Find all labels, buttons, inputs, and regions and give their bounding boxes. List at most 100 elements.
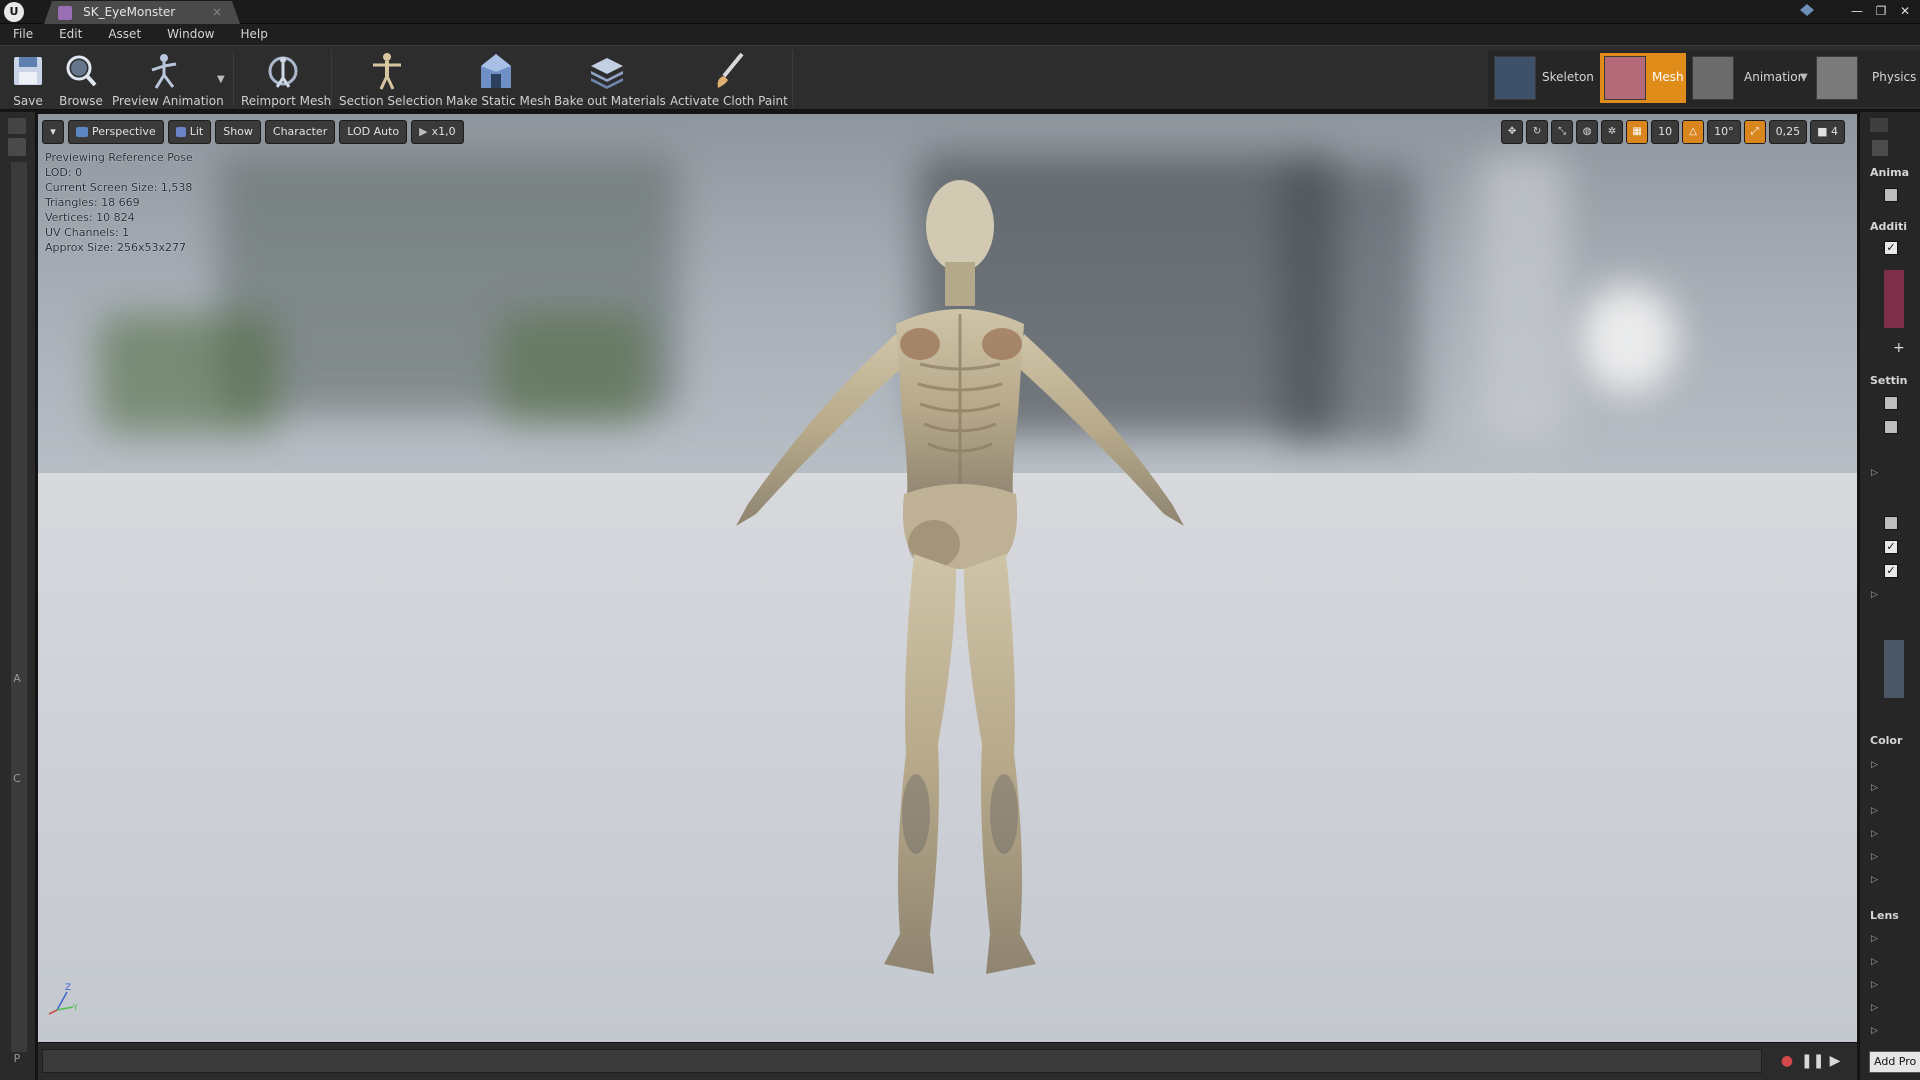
mode-skeleton-button[interactable]: Skeleton bbox=[1490, 53, 1596, 103]
mode-mesh-button[interactable]: Mesh bbox=[1600, 53, 1686, 103]
notification-icon[interactable] bbox=[1800, 4, 1814, 16]
menu-help[interactable]: Help bbox=[233, 24, 274, 45]
preview-animation-icon bbox=[146, 52, 182, 90]
reimport-mesh-button[interactable]: Reimport Mesh bbox=[241, 50, 331, 108]
rotation-snap-value[interactable]: 10° bbox=[1707, 120, 1741, 144]
expand-arrow-icon[interactable]: ▷ bbox=[1871, 590, 1878, 600]
physics-thumbnail-icon bbox=[1816, 56, 1858, 100]
minimize-button[interactable]: — bbox=[1846, 2, 1868, 20]
scale-icon[interactable]: ⤡ bbox=[1551, 120, 1574, 144]
section-settings-header[interactable]: Settin bbox=[1870, 374, 1920, 387]
expand-arrow-icon[interactable]: ▷ bbox=[1871, 468, 1878, 478]
section-selection-button[interactable]: Section Selection bbox=[339, 50, 443, 108]
expand-arrow-icon[interactable]: ▷ bbox=[1871, 957, 1878, 967]
pause-icon[interactable]: ❚❚ bbox=[1801, 1051, 1824, 1071]
scale-snap-icon[interactable]: ⤢ bbox=[1743, 120, 1766, 144]
panel-menu-icon[interactable] bbox=[8, 118, 26, 134]
toolbar-separator bbox=[792, 50, 793, 106]
settings-toggle-box[interactable] bbox=[1884, 396, 1898, 410]
grid-snap-icon[interactable]: ▦ bbox=[1626, 120, 1649, 144]
material-thumbnail[interactable] bbox=[1884, 270, 1904, 328]
menu-window[interactable]: Window bbox=[160, 24, 221, 45]
lit-button[interactable]: Lit bbox=[167, 120, 212, 144]
animation-mode-dropdown-icon[interactable]: ▼ bbox=[1800, 72, 1808, 83]
toolbar-separator bbox=[233, 50, 234, 106]
record-icon[interactable]: ● bbox=[1777, 1051, 1797, 1071]
activate-cloth-paint-button[interactable]: Activate Cloth Paint bbox=[670, 50, 788, 108]
section-selection-icon bbox=[369, 52, 405, 90]
expand-arrow-icon[interactable]: ▷ bbox=[1871, 1003, 1878, 1013]
rotation-snap-icon[interactable]: △ bbox=[1682, 120, 1705, 144]
character-button[interactable]: Character bbox=[264, 120, 336, 144]
menu-edit[interactable]: Edit bbox=[52, 24, 89, 45]
axis-z-label: Z bbox=[65, 983, 71, 993]
browse-button[interactable]: Browse bbox=[58, 50, 104, 108]
step-forward-icon[interactable]: ▶ bbox=[1825, 1051, 1845, 1071]
anim-asset-picker[interactable] bbox=[1884, 188, 1898, 202]
section-additional-header[interactable]: Additi bbox=[1870, 220, 1920, 233]
expand-arrow-icon[interactable]: ▷ bbox=[1871, 783, 1878, 793]
playback-speed-button[interactable]: ▶ x1,0 bbox=[411, 120, 464, 144]
translate-icon[interactable]: ✥ bbox=[1501, 120, 1524, 144]
unreal-logo-icon[interactable]: U bbox=[4, 2, 24, 22]
stats-line: Current Screen Size: 1,538 bbox=[45, 181, 193, 194]
make-static-mesh-button[interactable]: Make Static Mesh bbox=[446, 50, 551, 108]
mode-animation-button[interactable]: Animation bbox=[1688, 53, 1805, 103]
menu-asset[interactable]: Asset bbox=[101, 24, 148, 45]
preview-animation-dropdown-icon[interactable]: ▼ bbox=[217, 74, 225, 85]
window-controls: — ❐ ✕ bbox=[1846, 2, 1916, 20]
scale-snap-value[interactable]: 0,25 bbox=[1768, 120, 1808, 144]
expand-arrow-icon[interactable]: ▷ bbox=[1871, 806, 1878, 816]
settings-toggle-box[interactable] bbox=[1884, 420, 1898, 434]
environment-thumbnail[interactable] bbox=[1884, 640, 1904, 698]
settings-checkbox[interactable]: ✓ bbox=[1884, 564, 1898, 578]
add-profile-button[interactable]: Add Pro bbox=[1869, 1051, 1920, 1073]
restore-button[interactable]: ❐ bbox=[1870, 2, 1892, 20]
expand-arrow-icon[interactable]: ▷ bbox=[1871, 934, 1878, 944]
left-section-label: C bbox=[13, 772, 21, 785]
settings-toggle-box[interactable] bbox=[1884, 516, 1898, 530]
surface-snap-icon[interactable]: ✲ bbox=[1601, 120, 1624, 144]
expand-arrow-icon[interactable]: ▷ bbox=[1871, 760, 1878, 770]
expand-arrow-icon[interactable]: ▷ bbox=[1871, 1026, 1878, 1036]
document-tab[interactable]: SK_EyeMonster × bbox=[44, 1, 240, 24]
menu-file[interactable]: File bbox=[6, 24, 40, 45]
left-section-label: P bbox=[13, 1052, 21, 1065]
show-button[interactable]: Show bbox=[215, 120, 261, 144]
expand-arrow-icon[interactable]: ▷ bbox=[1871, 980, 1878, 990]
perspective-button[interactable]: Perspective bbox=[68, 120, 164, 144]
expand-arrow-icon[interactable]: ▷ bbox=[1871, 829, 1878, 839]
panel-link-icon[interactable] bbox=[1870, 118, 1888, 132]
close-window-button[interactable]: ✕ bbox=[1894, 2, 1916, 20]
expand-arrow-icon[interactable]: ▷ bbox=[1871, 875, 1878, 885]
world-local-icon[interactable]: ◍ bbox=[1576, 120, 1599, 144]
section-lens-header[interactable]: Lens bbox=[1870, 909, 1920, 922]
mode-physics-button[interactable]: Physics bbox=[1812, 53, 1918, 103]
timeline-track[interactable] bbox=[42, 1049, 1762, 1073]
additional-checkbox[interactable]: ✓ bbox=[1884, 241, 1898, 255]
left-panel-scroll-strip[interactable] bbox=[11, 162, 27, 1052]
viewport-options-button[interactable]: ▾ bbox=[42, 120, 64, 144]
section-color-header[interactable]: Color bbox=[1870, 734, 1920, 747]
expand-arrow-icon[interactable]: ▷ bbox=[1871, 852, 1878, 862]
stats-line: Vertices: 10 824 bbox=[45, 211, 135, 224]
lod-button[interactable]: LOD Auto bbox=[339, 120, 408, 144]
stats-line: Approx Size: 256x53x277 bbox=[45, 241, 186, 254]
tab-close-button[interactable]: × bbox=[212, 5, 222, 19]
camera-speed-button[interactable]: ■ 4 bbox=[1810, 120, 1845, 144]
search-icon[interactable] bbox=[8, 138, 26, 156]
camera-icon: ■ bbox=[1817, 125, 1831, 138]
preview-viewport[interactable]: Previewing Reference Pose LOD: 0 Current… bbox=[38, 114, 1857, 1042]
add-element-icon[interactable]: + bbox=[1893, 340, 1905, 356]
grid-snap-value[interactable]: 10 bbox=[1651, 120, 1680, 144]
settings-checkbox[interactable]: ✓ bbox=[1884, 540, 1898, 554]
skeletal-mesh-preview[interactable] bbox=[638, 174, 1278, 1042]
section-animation-header[interactable]: Anima bbox=[1870, 166, 1920, 179]
details-search-icon[interactable] bbox=[1872, 140, 1888, 156]
animation-thumbnail-icon bbox=[1692, 56, 1734, 100]
bake-out-materials-button[interactable]: Bake out Materials bbox=[554, 50, 666, 108]
rotate-icon[interactable]: ↻ bbox=[1526, 120, 1549, 144]
browse-icon bbox=[63, 52, 99, 90]
save-button[interactable]: Save bbox=[8, 50, 48, 108]
preview-animation-button[interactable]: Preview Animation bbox=[112, 50, 224, 108]
